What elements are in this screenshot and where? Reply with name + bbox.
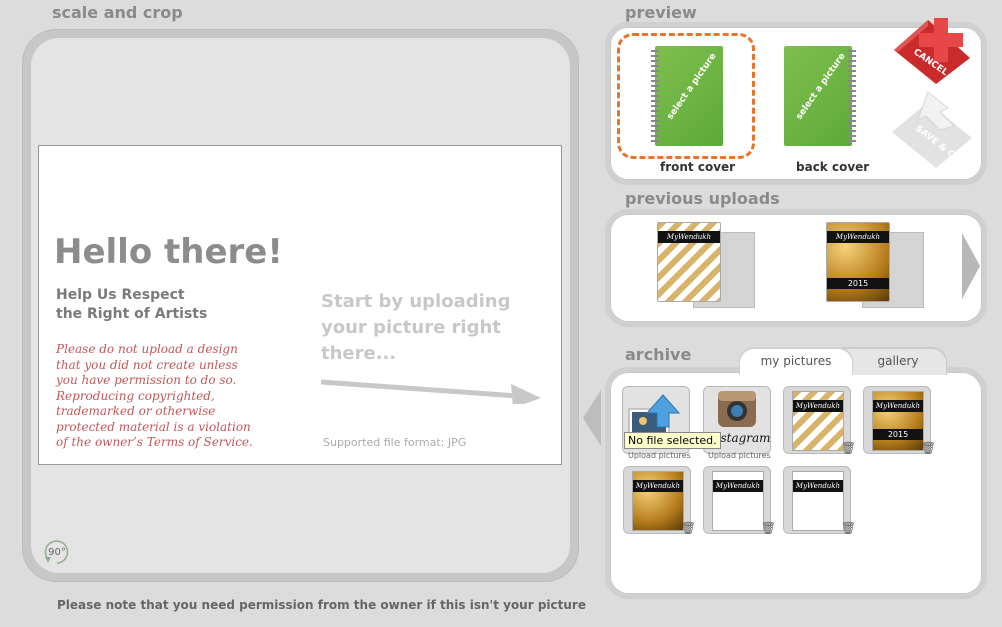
upload-brand: MyWendukh	[658, 231, 720, 243]
warning-line: that you did not create unless	[56, 357, 238, 372]
trash-icon[interactable]: 🗑	[841, 521, 856, 535]
upload-cover: MyWendukh	[657, 222, 721, 302]
archive-title: archive	[625, 345, 692, 364]
warning-line: protected material is a violation	[56, 419, 251, 434]
archive-thumb: MyWendukh	[712, 471, 764, 531]
hello-heading: Hello there!	[54, 232, 283, 272]
upload-cover: MyWendukh 2015	[826, 222, 890, 302]
cancel-button[interactable]: CANCEL	[890, 12, 976, 86]
archive-year: 2015	[873, 429, 923, 440]
archive-thumb: MyWendukh	[792, 471, 844, 531]
start-uploading-hint: Start by uploading your picture right th…	[321, 289, 541, 367]
archive-item[interactable]: MyWendukh 🗑	[703, 466, 776, 535]
trash-icon[interactable]: 🗑	[681, 521, 696, 535]
archive-item[interactable]: MyWendukh 🗑	[783, 386, 856, 455]
respect-line: Help Us Respect	[56, 287, 185, 303]
front-cover-caption: front cover	[660, 160, 736, 174]
back-cover-notebook: select a picture	[784, 46, 856, 146]
archive-brand: MyWendukh	[713, 480, 763, 492]
preview-title: preview	[625, 3, 697, 22]
archive-item[interactable]: MyWendukh 2015 🗑	[863, 386, 936, 455]
trash-icon[interactable]: 🗑	[921, 441, 936, 455]
warning-line: of the owner’s Terms of Service.	[56, 435, 253, 449]
trash-icon[interactable]: 🗑	[841, 441, 856, 455]
file-tooltip: No file selected.	[624, 432, 721, 449]
archive-brand: MyWendukh	[873, 400, 923, 412]
archive-brand: MyWendukh	[793, 480, 843, 492]
rotate-90-button[interactable]: 90°	[42, 537, 72, 567]
archive-item[interactable]: MyWendukh 🗑	[783, 466, 856, 535]
spiral-rings	[651, 50, 659, 142]
archive-brand: MyWendukh	[633, 480, 683, 492]
previous-upload-item[interactable]: MyWendukh 2015	[826, 222, 926, 310]
hint-line: your picture right	[321, 317, 501, 338]
archive-brand: MyWendukh	[793, 400, 843, 412]
archive-thumb: MyWendukh	[792, 391, 844, 451]
hint-line: there...	[321, 343, 397, 364]
previous-upload-item[interactable]: MyWendukh	[657, 222, 757, 310]
save-close-button[interactable]: SAVE & CLOSE	[888, 90, 976, 172]
archive-thumb: MyWendukh	[632, 471, 684, 531]
tab-my-pictures[interactable]: my pictures	[740, 349, 852, 375]
respect-heading: Help Us Respect the Right of Artists	[56, 286, 276, 324]
scale-crop-title: scale and crop	[52, 3, 183, 22]
back-cover-label: select a picture	[794, 51, 848, 122]
spiral-rings	[848, 50, 856, 142]
archive-item[interactable]: MyWendukh 🗑	[623, 466, 696, 535]
rotate-label: 90°	[48, 546, 66, 558]
respect-line: the Right of Artists	[56, 306, 208, 322]
instagram-caption: Upload pictures	[708, 451, 771, 460]
collapse-left-arrow-icon[interactable]	[583, 390, 603, 446]
permission-note: Please note that you need permission fro…	[57, 598, 586, 612]
copyright-warning: Please do not upload a design that you d…	[56, 342, 276, 451]
trash-icon[interactable]: 🗑	[761, 521, 776, 535]
previous-uploads-title: previous uploads	[625, 189, 780, 208]
back-cover-slot[interactable]: select a picture	[784, 46, 864, 150]
arrow-right-icon	[321, 379, 541, 404]
instagram-icon	[718, 391, 756, 427]
intro-card: Hello there! Help Us Respect the Right o…	[38, 145, 562, 465]
front-cover-slot[interactable]: select a picture	[617, 33, 755, 159]
warning-line: Reproducing copyrighted,	[56, 388, 215, 403]
warning-line: you have permission to do so.	[56, 373, 237, 387]
warning-line: trademarked or otherwise	[56, 404, 216, 418]
supported-format: Supported file format: JPG	[323, 436, 467, 449]
front-cover-notebook: select a picture	[651, 46, 723, 146]
archive-thumb: MyWendukh 2015	[872, 391, 924, 451]
upload-pictures-caption: Upload pictures	[628, 451, 691, 460]
upload-year: 2015	[827, 278, 889, 289]
back-cover-caption: back cover	[796, 160, 870, 174]
next-arrow-icon[interactable]	[962, 233, 980, 299]
warning-line: Please do not upload a design	[56, 342, 238, 356]
upload-brand: MyWendukh	[827, 231, 889, 243]
front-cover-label: select a picture	[665, 51, 719, 122]
hint-line: Start by uploading	[321, 291, 511, 312]
